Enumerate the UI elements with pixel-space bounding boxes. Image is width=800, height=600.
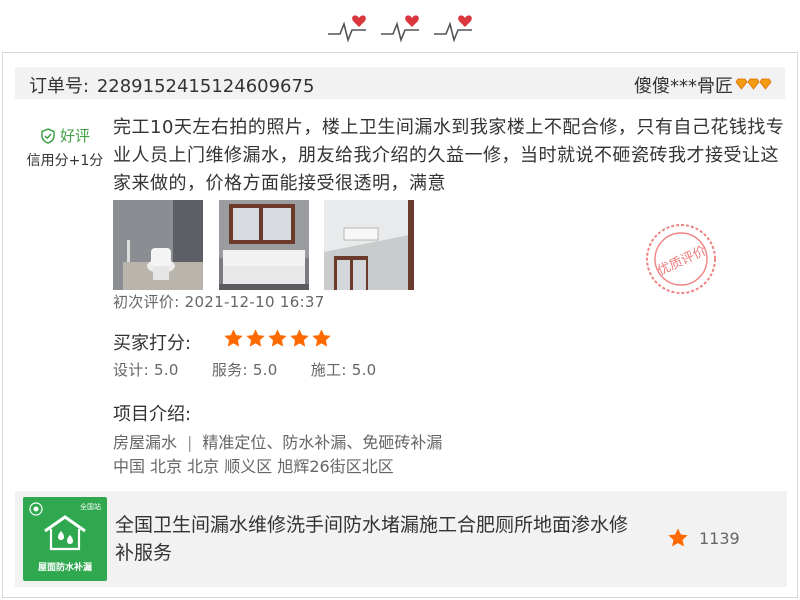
first-review-time: 初次评价: 2021-12-10 16:37 xyxy=(113,293,325,311)
project-info: 房屋漏水 | 精准定位、防水补漏、免砸砖补漏 xyxy=(113,429,442,453)
credit-score-label: 信用分+1分 xyxy=(26,153,104,169)
order-number-value: 2289152415124609675 xyxy=(96,76,315,97)
rating-stars xyxy=(223,328,332,349)
project-location: 中国 北京 北京 顺义区 旭辉26街区北区 xyxy=(113,457,394,476)
rating-label: 买家打分: xyxy=(113,333,192,354)
rating-star-icon xyxy=(268,329,287,347)
heartbeat-hearts-icon xyxy=(328,15,472,43)
rating-star-icon xyxy=(290,329,309,347)
thumbnail-tag: 全国站 xyxy=(80,503,101,511)
project-features: 精准定位、防水补漏、免砸砖补漏 xyxy=(202,433,443,452)
project-category: 房屋漏水 xyxy=(113,433,178,452)
review-photo[interactable] xyxy=(324,200,414,290)
review-text: 完工10天左右拍的照片，楼上卫生间漏水到我家楼上不配合修，只有自己花钱找专业人员… xyxy=(113,117,785,194)
star-icon xyxy=(668,528,688,547)
service-thumbnail[interactable]: 全国站 屋面防水补漏 xyxy=(23,497,107,581)
rating-star-icon xyxy=(224,329,243,347)
quality-review-stamp: 优质评价 xyxy=(646,224,716,294)
service-likes: 1139 xyxy=(667,527,740,549)
reviewer-name[interactable]: 傻傻***骨匠 xyxy=(634,72,733,98)
service-item[interactable]: 全国站 屋面防水补漏 全国卫生间漏水维修洗手间防水堵漏施工合肥厕所地面渗水修补服… xyxy=(15,491,787,587)
stamp-text: 优质评价 xyxy=(655,243,708,279)
good-review-badge: 好评 信用分+1分 xyxy=(17,125,113,170)
separator: | xyxy=(187,433,193,452)
likes-count: 1139 xyxy=(699,528,740,548)
review-photo-image xyxy=(324,200,414,290)
review-photo[interactable] xyxy=(219,200,309,290)
thumbnail-caption: 屋面防水补漏 xyxy=(37,563,92,573)
rating-star-icon xyxy=(312,329,331,347)
service-title[interactable]: 全国卫生间漏水维修洗手间防水堵漏施工合肥厕所地面渗水修补服务 xyxy=(115,511,635,567)
review-card: 订单号: 2289152415124609675 傻傻***骨匠 好评 信用分+… xyxy=(2,52,798,598)
design-score: 设计: 5.0 xyxy=(113,361,179,379)
order-number-label: 订单号: xyxy=(29,76,90,97)
diamond-icon xyxy=(735,78,772,90)
logo-icon xyxy=(29,502,43,516)
review-photo[interactable] xyxy=(113,200,203,290)
house-waterproof-icon xyxy=(44,515,86,551)
construction-score: 施工: 5.0 xyxy=(310,361,377,379)
project-title: 项目介绍: xyxy=(113,404,192,425)
review-photo-image xyxy=(113,200,203,290)
review-photo-image xyxy=(219,200,309,290)
order-number: 订单号: 2289152415124609675 xyxy=(29,72,314,98)
rating-star-icon xyxy=(246,329,265,347)
shield-check-icon xyxy=(41,127,55,144)
sub-scores: 设计: 5.0 服务: 5.0 施工: 5.0 xyxy=(113,359,405,380)
good-review-label: 好评 xyxy=(59,127,90,145)
order-bar: 订单号: 2289152415124609675 傻傻***骨匠 xyxy=(15,67,785,99)
service-score: 服务: 5.0 xyxy=(211,361,278,379)
